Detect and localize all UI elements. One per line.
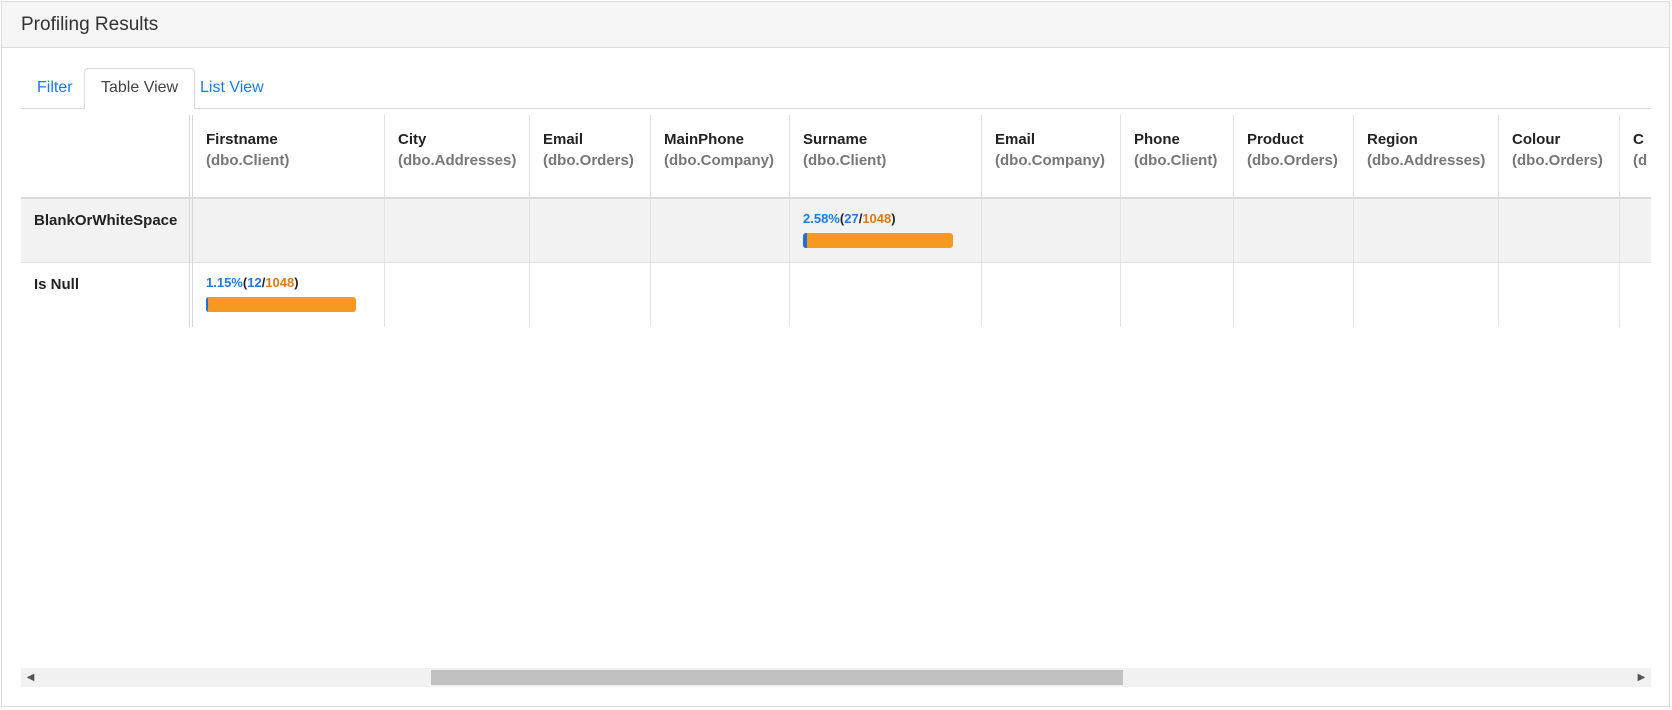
- column-header[interactable]: MainPhone (dbo.Company): [651, 115, 790, 197]
- horizontal-scrollbar[interactable]: ◀ ▶: [21, 668, 1651, 687]
- table-cell: [1234, 263, 1354, 327]
- column-name: Colour: [1512, 131, 1561, 148]
- table-cell: [530, 199, 651, 262]
- column-name: Email: [543, 131, 584, 148]
- stat-bar-fill: [206, 297, 208, 312]
- corner-cell: [21, 115, 193, 197]
- stat-percent: 2.58%: [803, 211, 840, 226]
- table-cell: [1121, 199, 1234, 262]
- table-cell: [1620, 263, 1651, 327]
- row-label: BlankOrWhiteSpace: [21, 199, 193, 262]
- table-cell: [1234, 199, 1354, 262]
- view-tabs: Filter Table View List View: [21, 68, 1651, 110]
- column-table: (d: [1633, 152, 1648, 169]
- tab-filter[interactable]: Filter: [21, 68, 89, 109]
- stat-bar: [803, 233, 953, 248]
- column-table: (dbo.Addresses): [398, 152, 517, 169]
- column-header[interactable]: Email (dbo.Company): [982, 115, 1121, 197]
- column-name: City: [398, 131, 427, 148]
- left-arrow-icon[interactable]: ◀: [21, 668, 40, 687]
- stat-count: 12: [247, 275, 262, 290]
- table-row: BlankOrWhiteSpace 2.58%(27/1048): [21, 199, 1651, 263]
- stat-count: 27: [844, 211, 859, 226]
- column-header[interactable]: Region (dbo.Addresses): [1354, 115, 1499, 197]
- panel-title: Profiling Results: [2, 2, 1669, 48]
- column-table: (dbo.Addresses): [1367, 152, 1486, 169]
- column-table: (dbo.Client): [206, 152, 290, 169]
- table-cell: [530, 263, 651, 327]
- scrollbar-thumb[interactable]: [431, 670, 1123, 685]
- table-cell: [790, 263, 982, 327]
- column-header[interactable]: Product (dbo.Orders): [1234, 115, 1354, 197]
- column-table: (dbo.Orders): [543, 152, 634, 169]
- stat-total: 1048: [862, 211, 892, 226]
- table-cell[interactable]: 2.58%(27/1048): [790, 199, 982, 262]
- profiling-grid: Firstname (dbo.Client) City (dbo.Address…: [21, 115, 1651, 327]
- table-cell: [651, 199, 790, 262]
- column-table: (dbo.Client): [1134, 152, 1218, 169]
- stat-total: 1048: [265, 275, 295, 290]
- tab-list-view[interactable]: List View: [184, 68, 280, 109]
- table-cell: [385, 199, 530, 262]
- column-header[interactable]: Colour (dbo.Orders): [1499, 115, 1620, 197]
- column-name: Email: [995, 131, 1036, 148]
- column-name: Product: [1247, 131, 1304, 148]
- column-name: Firstname: [206, 131, 278, 148]
- column-table: (dbo.Orders): [1512, 152, 1603, 169]
- column-name: C: [1633, 131, 1644, 148]
- table-cell: [1499, 199, 1620, 262]
- grid-header-row: Firstname (dbo.Client) City (dbo.Address…: [21, 115, 1651, 199]
- right-arrow-icon[interactable]: ▶: [1632, 668, 1651, 687]
- column-name: Surname: [803, 131, 868, 148]
- column-header[interactable]: City (dbo.Addresses): [385, 115, 530, 197]
- column-name: Region: [1367, 131, 1418, 148]
- table-cell: [1121, 263, 1234, 327]
- column-table: (dbo.Orders): [1247, 152, 1338, 169]
- table-cell: [1354, 199, 1499, 262]
- stat-bar-fill: [803, 233, 807, 248]
- column-name: MainPhone: [664, 131, 745, 148]
- table-cell: [982, 199, 1121, 262]
- column-table: (dbo.Company): [995, 152, 1105, 169]
- row-label: Is Null: [21, 263, 193, 327]
- table-cell[interactable]: 1.15%(12/1048): [193, 263, 385, 327]
- column-name: Phone: [1134, 131, 1180, 148]
- table-cell: [1620, 199, 1651, 262]
- column-header[interactable]: Email (dbo.Orders): [530, 115, 651, 197]
- table-cell: [1354, 263, 1499, 327]
- column-table: (dbo.Client): [803, 152, 887, 169]
- table-row: Is Null 1.15%(12/1048): [21, 263, 1651, 327]
- table-cell: [1499, 263, 1620, 327]
- tab-table-view[interactable]: Table View: [84, 68, 196, 110]
- stat-text: 1.15%(12/1048): [206, 275, 299, 290]
- table-cell: [193, 199, 385, 262]
- column-header[interactable]: Firstname (dbo.Client): [193, 115, 385, 197]
- table-cell: [651, 263, 790, 327]
- stat-text: 2.58%(27/1048): [803, 211, 896, 226]
- stat-bar: [206, 297, 356, 312]
- stat-percent: 1.15%: [206, 275, 243, 290]
- column-header[interactable]: Surname (dbo.Client): [790, 115, 982, 197]
- column-header[interactable]: C (d: [1620, 115, 1651, 197]
- profiling-results-panel: Profiling Results Filter Table View List…: [1, 1, 1670, 707]
- table-cell: [385, 263, 530, 327]
- column-table: (dbo.Company): [664, 152, 774, 169]
- column-header[interactable]: Phone (dbo.Client): [1121, 115, 1234, 197]
- table-cell: [982, 263, 1121, 327]
